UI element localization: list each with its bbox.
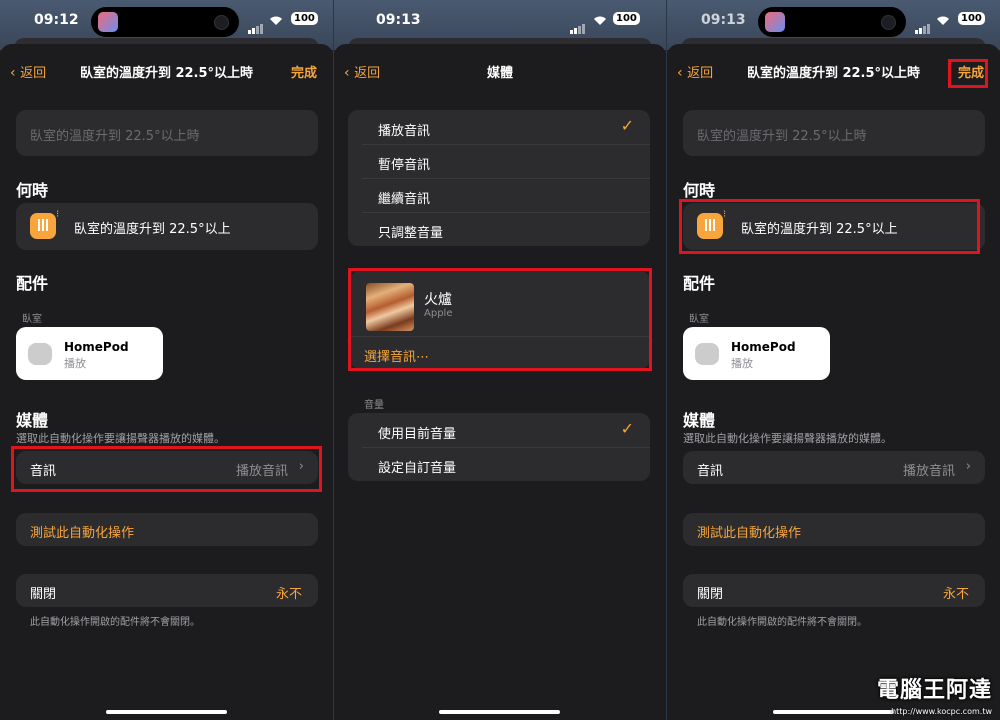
status-time: 09:12 [34, 12, 79, 28]
wifi-icon [935, 11, 951, 30]
highlight-box [948, 59, 988, 88]
phone-screen-2: 09:13 100 ‹ 返回 媒體 播放音訊 ✓ 暫停音訊 繼續音訊 只調整音量 … [334, 0, 666, 720]
battery-icon: 100 [291, 12, 318, 25]
test-automation-button[interactable]: 測試此自動化操作 [683, 513, 985, 546]
turn-off-note: 此自動化操作開啟的配件將不會關閉。 [697, 617, 867, 628]
trigger-row[interactable]: ⁝ 臥室的溫度升到 22.5°以上 [16, 203, 318, 250]
action-adjust-volume[interactable]: 只調整音量 [362, 212, 650, 246]
highlight-box [11, 446, 322, 492]
battery-icon: 100 [958, 12, 985, 25]
when-header: 何時 [683, 181, 716, 200]
volume-options: 使用目前音量 ✓ 設定自訂音量 [348, 413, 650, 481]
battery-icon: 100 [613, 12, 640, 25]
action-play-audio[interactable]: 播放音訊 ✓ [362, 110, 650, 145]
camera-icon [881, 15, 896, 30]
camera-icon [214, 15, 229, 30]
highlight-box [679, 199, 980, 254]
accessories-header: 配件 [16, 274, 49, 293]
audio-action-list: 播放音訊 ✓ 暫停音訊 繼續音訊 只調整音量 [348, 110, 650, 246]
wifi-icon [592, 11, 608, 30]
app-icon [765, 12, 785, 32]
status-time: 09:13 [376, 12, 421, 28]
homepod-icon [695, 343, 719, 365]
home-indicator[interactable] [439, 710, 560, 714]
highlight-box [348, 268, 652, 371]
phone-screen-1: 09:12 100 ‹ 返回 臥室的溫度升到 22.5°以上時 完成 臥室的溫度… [0, 0, 333, 720]
nav-bar: ‹ 返回 媒體 [334, 62, 666, 86]
signal-icon [248, 15, 264, 34]
watermark-logo: 電腦王阿達 [876, 678, 992, 703]
thermostat-icon [30, 213, 56, 239]
automation-name-field[interactable]: 臥室的溫度升到 22.5°以上時 [683, 110, 985, 156]
home-indicator[interactable] [106, 710, 227, 714]
sensor-rays-icon: ⁝ [56, 209, 60, 220]
automation-name-field[interactable]: 臥室的溫度升到 22.5°以上時 [16, 110, 318, 156]
volume-use-current[interactable]: 使用目前音量 ✓ [362, 413, 650, 448]
media-description: 選取此自動化操作要讓揚聲器播放的媒體。 [16, 432, 225, 445]
wifi-icon [268, 11, 284, 30]
homepod-tile[interactable]: HomePod 播放 [683, 327, 830, 380]
checkmark-icon: ✓ [620, 419, 634, 438]
accessories-header: 配件 [683, 274, 716, 293]
volume-header: 音量 [364, 400, 384, 411]
watermark-url: http://www.kocpc.com.tw [891, 707, 992, 716]
homepod-icon [28, 343, 52, 365]
audio-row[interactable]: 音訊 播放音訊 › [683, 451, 985, 484]
test-automation-button[interactable]: 測試此自動化操作 [16, 513, 318, 546]
when-header: 何時 [16, 181, 49, 200]
volume-custom[interactable]: 設定自訂音量 [362, 447, 650, 481]
checkmark-icon: ✓ [620, 116, 634, 135]
media-header: 媒體 [683, 411, 716, 430]
media-description: 選取此自動化操作要讓揚聲器播放的媒體。 [683, 432, 892, 445]
signal-icon [915, 15, 931, 34]
done-button[interactable]: 完成 [291, 62, 317, 81]
page-title: 臥室的溫度升到 22.5°以上時 [79, 66, 254, 81]
home-indicator[interactable] [773, 710, 894, 714]
signal-icon [570, 15, 586, 34]
media-header: 媒體 [16, 411, 49, 430]
app-icon [98, 12, 118, 32]
room-label: 臥室 [689, 314, 709, 325]
dynamic-island [91, 7, 239, 37]
status-time: 09:13 [701, 12, 746, 28]
action-pause-audio[interactable]: 暫停音訊 [362, 144, 650, 179]
page-title: 媒體 [486, 66, 513, 81]
chevron-right-icon: › [965, 459, 971, 474]
dynamic-island [758, 7, 906, 37]
room-label: 臥室 [22, 314, 42, 325]
homepod-tile[interactable]: HomePod 播放 [16, 327, 163, 380]
action-resume-audio[interactable]: 繼續音訊 [362, 178, 650, 213]
turn-off-row[interactable]: 關閉 永不 [16, 574, 318, 607]
turn-off-note: 此自動化操作開啟的配件將不會關閉。 [30, 617, 200, 628]
nav-bar: ‹ 返回 臥室的溫度升到 22.5°以上時 完成 [0, 62, 333, 86]
phone-screen-3: 09:13 100 ‹ 返回 臥室的溫度升到 22.5°以上時 完成 臥室的溫度… [667, 0, 1000, 720]
turn-off-row[interactable]: 關閉 永不 [683, 574, 985, 607]
